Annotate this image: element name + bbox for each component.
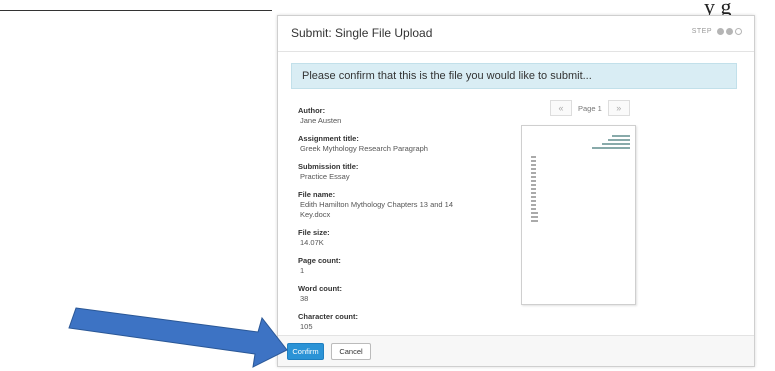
step-label: STEP <box>691 28 712 35</box>
dialog-footer: Confirm Cancel <box>278 335 754 366</box>
page-top-rule <box>0 10 272 11</box>
file-metadata: Author: Jane Austen Assignment title: Gr… <box>298 106 508 340</box>
field-word-count: Word count: 38 <box>298 284 508 304</box>
field-assignment-title: Assignment title: Greek Mythology Resear… <box>298 134 508 154</box>
page-label: Page 1 <box>578 103 602 113</box>
dialog-header: Submit: Single File Upload STEP <box>278 16 754 52</box>
page-pager: « Page 1 » <box>550 100 630 116</box>
field-value: Edith Hamilton Mythology Chapters 13 and… <box>300 200 454 219</box>
field-label: Assignment title: <box>298 134 359 143</box>
field-page-count: Page count: 1 <box>298 256 508 276</box>
field-label: Author: <box>298 106 326 115</box>
dialog-title: Submit: Single File Upload <box>291 26 433 40</box>
field-value: 1 <box>300 266 305 275</box>
field-submission-title: Submission title: Practice Essay <box>298 162 508 182</box>
field-label: Character count: <box>298 312 359 321</box>
field-label: Word count: <box>298 284 343 293</box>
preview-header-lines <box>590 135 630 151</box>
field-value: Practice Essay <box>300 172 350 181</box>
field-label: Page count: <box>298 256 341 265</box>
field-character-count: Character count: 105 <box>298 312 508 332</box>
pointer-arrow-shape <box>68 307 288 368</box>
field-value: 14.07K <box>300 238 324 247</box>
field-value: 38 <box>300 294 309 303</box>
step-dot-2-icon <box>726 28 733 35</box>
submit-dialog: Submit: Single File Upload STEP Please c… <box>277 15 755 367</box>
field-label: File name: <box>298 190 336 199</box>
field-file-size: File size: 14.07K <box>298 228 508 248</box>
field-value: Greek Mythology Research Paragraph <box>300 144 428 153</box>
field-label: Submission title: <box>298 162 359 171</box>
field-value: Jane Austen <box>300 116 342 125</box>
field-value: 105 <box>300 322 313 331</box>
field-author: Author: Jane Austen <box>298 106 508 126</box>
cancel-button[interactable]: Cancel <box>331 343 371 360</box>
confirm-banner: Please confirm that this is the file you… <box>291 63 737 89</box>
step-dot-3-icon <box>735 28 742 35</box>
next-page-button[interactable]: » <box>607 100 630 116</box>
preview-body-lines <box>531 156 538 224</box>
prev-page-button[interactable]: « <box>550 100 572 116</box>
step-indicator: STEP <box>692 28 742 35</box>
step-dot-1-icon <box>717 28 724 35</box>
field-label: File size: <box>298 228 330 237</box>
field-file-name: File name: Edith Hamilton Mythology Chap… <box>298 190 508 220</box>
document-preview <box>521 125 636 305</box>
confirm-button[interactable]: Confirm <box>287 343 324 360</box>
